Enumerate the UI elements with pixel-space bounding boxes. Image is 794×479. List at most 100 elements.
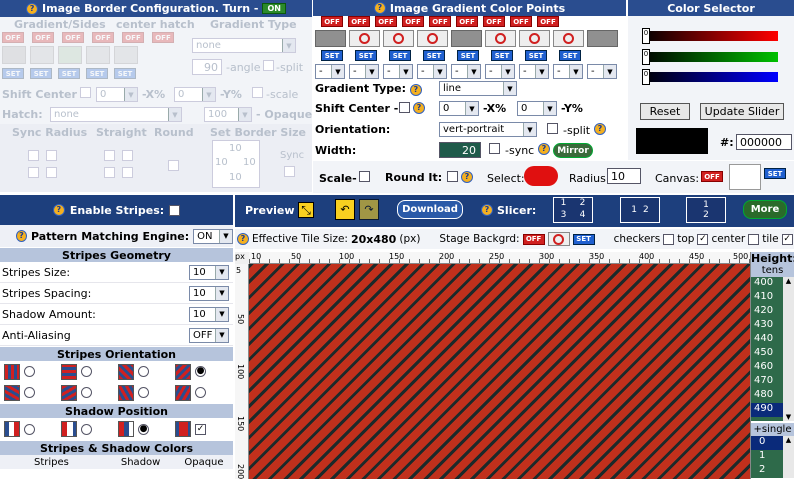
- radius-input[interactable]: 10: [607, 168, 641, 184]
- border-size-top[interactable]: 10: [229, 143, 242, 154]
- off-button[interactable]: OFF: [62, 32, 84, 43]
- width-input[interactable]: 20: [439, 142, 481, 158]
- shadow-checkbox[interactable]: ✓: [195, 423, 206, 435]
- help-icon[interactable]: ?: [538, 143, 550, 155]
- height-option[interactable]: 460: [751, 361, 783, 375]
- gradient-type-select[interactable]: line ▼: [439, 81, 517, 96]
- undo-icon[interactable]: ↶: [335, 199, 355, 220]
- gradient-point-select[interactable]: - ▼: [553, 64, 583, 79]
- orientation-radio[interactable]: [138, 387, 149, 398]
- help-icon[interactable]: ?: [409, 84, 422, 96]
- anti-aliasing-select[interactable]: OFF ▼: [189, 327, 229, 343]
- off-button[interactable]: OFF: [92, 32, 114, 43]
- set-button[interactable]: SET: [30, 68, 52, 79]
- height-option[interactable]: 400: [751, 277, 783, 291]
- border-scale-checkbox[interactable]: [252, 87, 263, 98]
- shadow-radio[interactable]: [81, 423, 92, 435]
- orientation-select[interactable]: vert-portrait ▼: [439, 122, 537, 137]
- expand-icon[interactable]: ⤡: [298, 202, 314, 218]
- scale-checkbox[interactable]: [359, 171, 370, 182]
- gradient-point-select[interactable]: - ▼: [485, 64, 515, 79]
- set-button[interactable]: SET: [114, 68, 136, 79]
- height-option[interactable]: 420: [751, 305, 783, 319]
- canvas-color-swatch[interactable]: [729, 164, 761, 190]
- border-gradient-type-select[interactable]: none ▼: [192, 38, 296, 53]
- off-button[interactable]: OFF: [483, 16, 505, 27]
- canvas-set-button[interactable]: SET: [764, 168, 786, 179]
- border-size-left[interactable]: 10: [215, 157, 228, 168]
- set-button[interactable]: SET: [491, 50, 513, 61]
- straight-checkbox[interactable]: [122, 150, 133, 161]
- height-option[interactable]: 430: [751, 319, 783, 333]
- scroll-up-icon[interactable]: ▲: [786, 277, 791, 285]
- orientation-radio[interactable]: [24, 366, 35, 377]
- help-icon[interactable]: ?: [461, 171, 473, 183]
- border-on-toggle[interactable]: ON: [262, 3, 286, 14]
- orientation-radio[interactable]: [24, 387, 35, 398]
- engine-select[interactable]: ON ▼: [193, 228, 233, 244]
- select-shape-icon[interactable]: [524, 166, 558, 186]
- help-icon[interactable]: ?: [594, 123, 606, 135]
- border-size-bottom[interactable]: 10: [229, 172, 242, 183]
- stage-off-button[interactable]: OFF: [522, 233, 545, 245]
- off-button[interactable]: OFF: [456, 16, 478, 27]
- height-option[interactable]: 410: [751, 291, 783, 305]
- shadow-amount-select[interactable]: 10 ▼: [189, 306, 229, 322]
- set-button[interactable]: SET: [355, 50, 377, 61]
- canvas-off-button[interactable]: OFF: [701, 171, 723, 182]
- stripes-spacing-select[interactable]: 10 ▼: [189, 285, 229, 301]
- set-button[interactable]: SET: [525, 50, 547, 61]
- split-checkbox[interactable]: [547, 123, 558, 134]
- redo-icon[interactable]: ↷: [359, 199, 379, 220]
- set-button[interactable]: SET: [389, 50, 411, 61]
- no-color-icon[interactable]: [519, 30, 550, 47]
- single-option[interactable]: 1: [751, 450, 783, 464]
- straight-checkbox[interactable]: [104, 150, 115, 161]
- radius-checkbox[interactable]: [46, 150, 57, 161]
- help-icon[interactable]: ?: [413, 102, 425, 114]
- orientation-radio[interactable]: [138, 366, 149, 377]
- orientation-radio[interactable]: [81, 366, 92, 377]
- no-color-icon[interactable]: [547, 232, 570, 246]
- update-slider-button[interactable]: Update Slider: [700, 103, 784, 120]
- orientation-radio[interactable]: [81, 387, 92, 398]
- single-list[interactable]: 0 1 2 ▲: [751, 436, 794, 478]
- set-button[interactable]: SET: [457, 50, 479, 61]
- set-button[interactable]: SET: [58, 68, 80, 79]
- straight-checkbox[interactable]: [122, 167, 133, 178]
- no-color-icon[interactable]: [417, 30, 448, 47]
- top-checkbox[interactable]: ✓: [697, 233, 709, 245]
- mirror-button[interactable]: Mirror: [553, 143, 593, 158]
- stage-set-button[interactable]: SET: [572, 233, 595, 245]
- radius-checkbox[interactable]: [28, 150, 39, 161]
- off-button[interactable]: OFF: [510, 16, 532, 27]
- hex-input[interactable]: 000000: [736, 134, 792, 150]
- height-option[interactable]: 440: [751, 333, 783, 347]
- checkers-checkbox[interactable]: [663, 233, 675, 245]
- height-list[interactable]: 400 410 420 430 440 450 460 470 480 490 …: [751, 277, 794, 421]
- help-icon[interactable]: ?: [481, 204, 493, 216]
- gradient-point-select[interactable]: - ▼: [519, 64, 549, 79]
- set-button[interactable]: SET: [423, 50, 445, 61]
- slider-handle-red[interactable]: 0: [642, 28, 650, 44]
- orientation-radio-selected[interactable]: ●: [195, 366, 206, 377]
- slider-red[interactable]: [642, 31, 778, 41]
- off-button[interactable]: OFF: [537, 16, 559, 27]
- off-button[interactable]: OFF: [2, 32, 24, 43]
- radius-checkbox[interactable]: [46, 167, 57, 178]
- slider-green[interactable]: [642, 52, 778, 62]
- slicer-quad-button[interactable]: 1234: [553, 197, 593, 223]
- border-hatch-select[interactable]: none ▼: [50, 107, 182, 122]
- gradient-color-swatch[interactable]: [587, 30, 618, 47]
- shift-x-select[interactable]: 0 ▼: [439, 101, 479, 116]
- help-icon[interactable]: ?: [26, 2, 39, 15]
- no-color-icon[interactable]: [383, 30, 414, 47]
- help-icon[interactable]: ?: [16, 230, 27, 242]
- border-angle-input[interactable]: 90: [192, 59, 222, 75]
- no-color-icon[interactable]: [349, 30, 380, 47]
- height-option[interactable]: 450: [751, 347, 783, 361]
- height-scrollbar[interactable]: ▲ ▼: [783, 277, 794, 421]
- sync-checkbox[interactable]: [489, 143, 500, 154]
- shadow-radio[interactable]: [24, 423, 35, 435]
- gradient-point-select[interactable]: - ▼: [451, 64, 481, 79]
